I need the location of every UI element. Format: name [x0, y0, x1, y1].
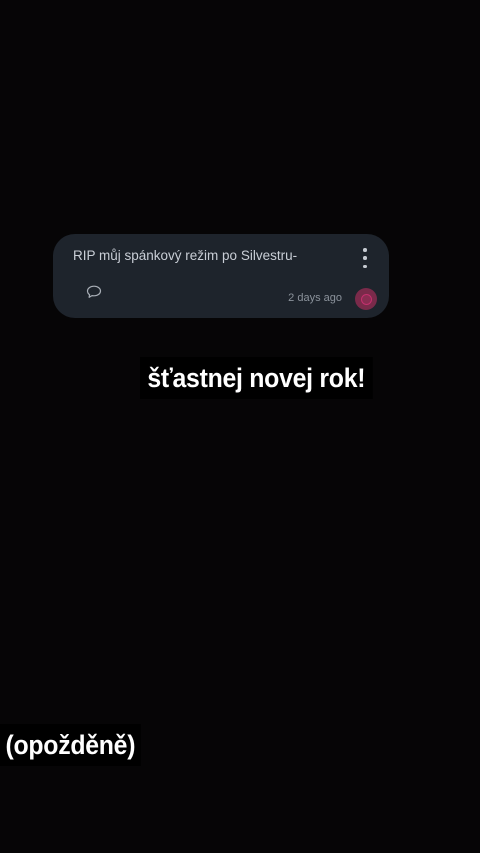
post-timestamp: 2 days ago — [288, 292, 342, 304]
caption-belated: (opožděně) — [0, 724, 141, 766]
more-options-icon[interactable] — [361, 248, 369, 268]
post-text: RIP můj spánkový režim po Silvestru- — [73, 248, 298, 263]
reaction-icon[interactable] — [355, 288, 377, 310]
more-dot — [363, 248, 367, 252]
comment-icon[interactable] — [86, 285, 102, 299]
comment-icon-graphic — [86, 285, 102, 298]
more-dot — [363, 264, 367, 268]
post-card[interactable]: RIP můj spánkový režim po Silvestru- 2 d… — [53, 234, 389, 318]
reaction-icon-inner — [360, 293, 372, 305]
caption-happy-new-year: šťastnej novej rok! — [140, 357, 373, 399]
more-dot — [363, 256, 367, 260]
video-frame: RIP můj spánkový režim po Silvestru- 2 d… — [0, 0, 480, 853]
